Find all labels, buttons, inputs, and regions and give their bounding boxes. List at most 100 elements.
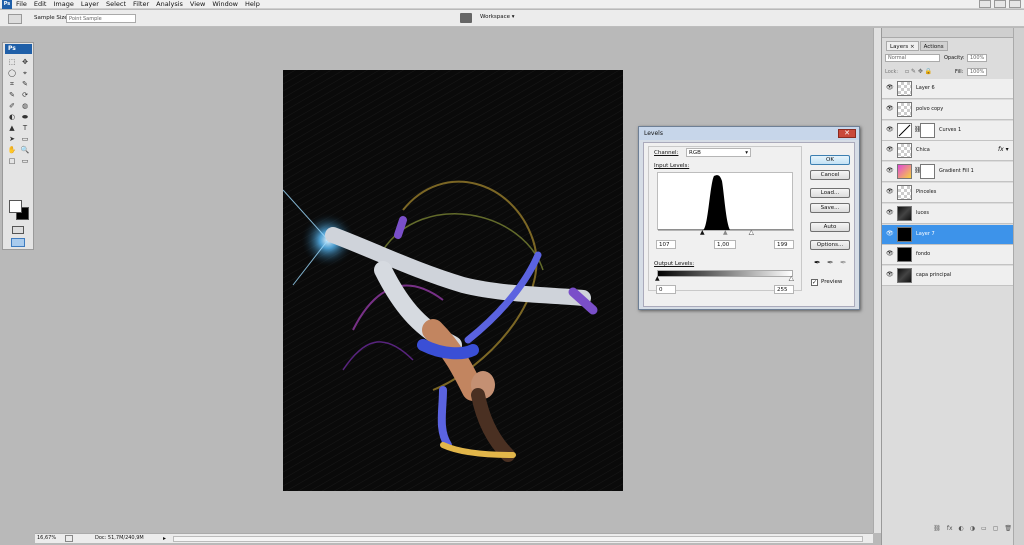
tool-1-icon[interactable]: ✥ [19,57,31,67]
menu-view[interactable]: View [190,0,205,9]
menu-select[interactable]: Select [106,0,126,9]
load-button[interactable]: Load... [810,188,850,198]
visibility-eye-icon[interactable]: 👁 [886,147,894,153]
blend-mode-select[interactable]: Normal [885,54,940,62]
tool-5-icon[interactable]: ✎ [19,79,31,89]
screen-mode-icon[interactable] [460,13,472,23]
workspace-menu[interactable]: Workspace ▾ [480,14,515,20]
preview-checkbox[interactable]: ✓ [811,279,818,286]
visibility-eye-icon[interactable]: 👁 [886,189,894,195]
add-mask-icon[interactable]: ◐ [959,525,964,535]
tool-11-icon[interactable]: ⬬ [19,112,31,122]
output-white-field[interactable]: 255 [774,285,794,294]
opacity-field[interactable]: 100% [967,54,987,62]
tool-14-icon[interactable]: ➤ [6,134,18,144]
horizontal-scrollbar[interactable] [173,536,863,542]
black-point-eyedropper-icon[interactable]: ✒ [814,258,821,267]
quick-mask-icon[interactable] [12,226,24,234]
menu-edit[interactable]: Edit [34,0,47,9]
input-white-field[interactable]: 199 [774,240,794,249]
save-button[interactable]: Save... [810,203,850,213]
zoom-level[interactable]: 16,67% [37,534,56,543]
tool-6-icon[interactable]: ✎ [6,90,18,100]
tool-9-icon[interactable]: ◍ [19,101,31,111]
tool-13-icon[interactable]: T [19,123,31,133]
layer-row[interactable]: 👁 Chica fx ▾ [882,141,1013,162]
status-info-icon[interactable] [65,535,73,542]
fill-field[interactable]: 100% [967,68,987,76]
close-window-icon[interactable] [1009,0,1021,8]
tool-17-icon[interactable]: 🔍 [19,145,31,155]
tool-10-icon[interactable]: ◐ [6,112,18,122]
layer-row[interactable]: 👁 fondo [882,245,1013,266]
delete-layer-icon[interactable]: 🗑 [1004,525,1012,535]
visibility-eye-icon[interactable]: 👁 [886,105,894,112]
tool-19-icon[interactable]: ▭ [19,156,31,166]
visibility-eye-icon[interactable]: 👁 [886,272,894,278]
link-layers-icon[interactable]: ⛓ [933,525,941,535]
visibility-eye-icon[interactable]: 👁 [886,230,894,237]
visibility-eye-icon[interactable]: 👁 [886,251,894,257]
tool-2-icon[interactable]: ◯ [6,68,18,78]
tool-18-icon[interactable]: □ [6,156,18,166]
layer-row[interactable]: 👁 Layer 6 [882,79,1013,99]
layer-row[interactable]: 👁 luces [882,203,1013,224]
options-button[interactable]: Options... [810,240,850,250]
layer-row[interactable]: 👁 Layer 7 [882,224,1013,245]
tool-12-icon[interactable]: ▲ [6,123,18,133]
ok-button[interactable]: OK [810,155,850,165]
foreground-color-swatch[interactable] [9,200,22,213]
menu-image[interactable]: Image [53,0,73,9]
tool-3-icon[interactable]: ⌖ [19,68,31,78]
input-gamma-field[interactable]: 1,00 [714,240,736,249]
tool-15-icon[interactable]: ▭ [19,134,31,144]
vertical-scrollbar[interactable] [873,28,881,533]
layer-mask-thumbnail[interactable] [920,164,935,180]
tool-16-icon[interactable]: ✋ [6,145,18,155]
layer-row[interactable]: 👁 ⛓ Curves 1 [882,120,1013,141]
screen-mode-button[interactable] [11,238,25,247]
tool-7-icon[interactable]: ⟳ [19,90,31,100]
tool-8-icon[interactable]: ✐ [6,101,18,111]
menu-window[interactable]: Window [212,0,238,9]
output-white-slider-icon[interactable]: ▲ [789,275,794,282]
layer-row[interactable]: 👁 polvo copy [882,99,1013,120]
lock-icons[interactable]: ▫ ✎ ✥ 🔒 [905,68,932,75]
output-black-field[interactable]: 0 [656,285,676,294]
layer-row[interactable]: 👁 capa principal [882,266,1013,287]
output-black-slider-icon[interactable]: ▲ [655,276,660,282]
minimize-icon[interactable] [979,0,991,8]
panel-tab-1[interactable]: Actions [919,41,948,51]
menu-layer[interactable]: Layer [81,0,99,9]
tool-0-icon[interactable]: ⬚ [6,57,18,67]
new-layer-icon[interactable]: ▢ [993,525,999,535]
input-black-slider-icon[interactable]: ▲ [700,230,705,236]
layer-mask-thumbnail[interactable] [920,122,935,138]
layer-style-icon[interactable]: fx [947,525,953,535]
tool-4-icon[interactable]: ⌗ [6,79,18,89]
cancel-button[interactable]: Cancel [810,170,850,180]
panel-tab-0[interactable]: Layers × [886,41,919,51]
input-gamma-slider-icon[interactable]: ▲ [723,230,728,236]
status-menu-arrow-icon[interactable]: ▸ [163,534,166,543]
visibility-eye-icon[interactable]: 👁 [886,209,894,216]
layer-row[interactable]: 👁 Pinceles [882,183,1013,203]
gray-point-eyedropper-icon[interactable]: ✒ [827,258,834,267]
menu-filter[interactable]: Filter [133,0,149,9]
adjustment-layer-icon[interactable]: ◑ [970,525,975,535]
auto-button[interactable]: Auto [810,222,850,232]
visibility-eye-icon[interactable]: 👁 [886,168,894,174]
document-canvas[interactable] [283,70,623,491]
eyedropper-tool-preset-icon[interactable] [8,14,22,24]
visibility-eye-icon[interactable]: 👁 [886,85,894,91]
white-point-eyedropper-icon[interactable]: ✒ [840,258,847,267]
new-group-icon[interactable]: ▭ [981,525,987,535]
menu-help[interactable]: Help [245,0,260,9]
layer-row[interactable]: 👁 ⛓ Gradient Fill 1 [882,162,1013,183]
layer-effects-icon[interactable]: fx ▾ [998,146,1009,153]
input-white-slider-icon[interactable]: ▲ [749,229,754,236]
visibility-eye-icon[interactable]: 👁 [886,126,894,133]
menu-file[interactable]: File [16,0,27,9]
sample-size-select[interactable]: Point Sample [66,14,136,23]
maximize-icon[interactable] [994,0,1006,8]
